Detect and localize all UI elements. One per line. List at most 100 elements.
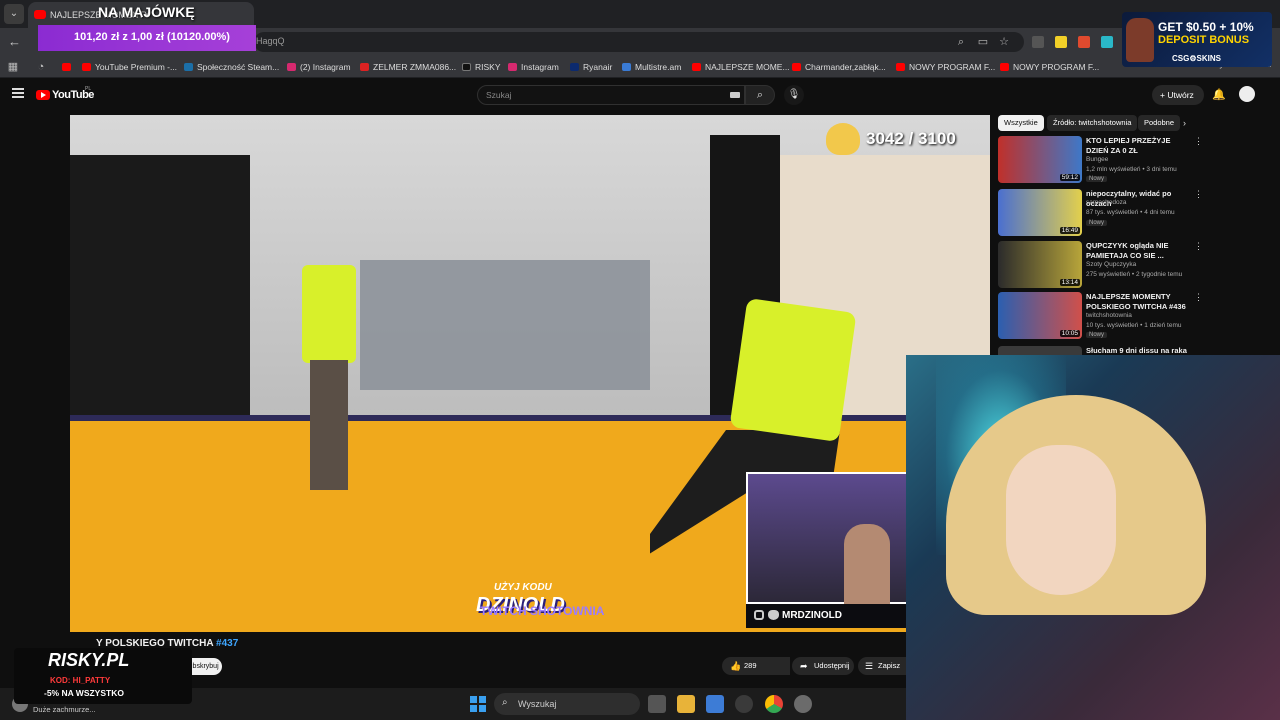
bookmarks-bar: ▦ ◔ YouTube Premium -... Społeczność Ste… — [0, 56, 1280, 78]
bookmark-item[interactable] — [62, 60, 75, 74]
bookmark-item[interactable]: Ryanair — [570, 60, 612, 74]
video-player[interactable]: 3042 / 3100 UŻYJ KODU DZINOLD TWITCH SHO… — [70, 115, 990, 632]
search-input[interactable]: Szukaj — [477, 85, 745, 105]
chevron-right-icon[interactable]: › — [1183, 118, 1186, 128]
ad-line-1: GET $0.50 + 10% — [1158, 20, 1254, 34]
bookmark-item[interactable]: NOWY PROGRAM F... — [896, 60, 995, 74]
keyboard-icon[interactable] — [730, 92, 740, 98]
bookmark-item[interactable]: Charmander,zabłąk... — [792, 60, 886, 74]
account-avatar[interactable] — [1239, 86, 1255, 102]
recommendation-thumbnail[interactable]: 13:14 — [998, 241, 1082, 288]
extension-icon[interactable] — [1078, 36, 1090, 48]
bookmark-item[interactable]: ZELMER ZMMA086... — [360, 60, 456, 74]
recommendation-item[interactable]: 13:14 QUPCZYYK ogląda NIE PAMIETAJA CO S… — [998, 241, 1204, 291]
extension-icon[interactable] — [1101, 36, 1113, 48]
csgoskins-ad[interactable]: GET $0.50 + 10% DEPOSIT BONUS CSG⚙SKINS — [1122, 12, 1272, 67]
bookmark-item[interactable]: Społeczność Steam... — [184, 60, 279, 74]
share-icon: ➦ — [800, 661, 808, 671]
recommendation-item[interactable]: 16:49 niepoczytalny, widać po oczach sam… — [998, 189, 1204, 239]
recommendation-item[interactable]: Słucham 9 dni dissu na raka — [998, 346, 1204, 355]
windows-start-icon[interactable] — [470, 696, 486, 712]
dislike-button[interactable] — [786, 657, 790, 675]
risky-icon — [462, 63, 471, 71]
recommendation-item[interactable]: 59:12 KTO LEPIEJ PRZEŻYJE DZIEŃ ZA 0 ZŁ … — [998, 136, 1204, 186]
chip-similar[interactable]: Podobne — [1138, 115, 1181, 131]
webcam-person — [844, 524, 890, 606]
microphone-icon[interactable]: 🎙 — [784, 85, 804, 105]
extension-icon[interactable] — [1032, 36, 1044, 48]
search-icon: ⌕ — [502, 697, 508, 708]
ad-brand: CSG⚙SKINS — [1172, 54, 1221, 63]
like-button[interactable]: 👍 289 — [722, 657, 786, 675]
recommendation-thumbnail[interactable]: 59:12 — [998, 136, 1082, 183]
video-scene-curtain — [70, 155, 250, 455]
weather-text[interactable]: Duże zachmurze... — [33, 705, 96, 714]
more-options-icon[interactable]: ⋮ — [1194, 241, 1203, 252]
promo-use-code: UŻYJ KODU — [494, 582, 552, 593]
recommendation-title[interactable]: NAJLEPSZE MOMENTY POLSKIEGO TWITCHA #436 — [1086, 292, 1192, 312]
zelmer-icon — [360, 63, 369, 71]
bookmark-item[interactable]: YouTube Premium -... — [82, 60, 177, 74]
recommendation-thumbnail[interactable] — [998, 346, 1082, 355]
cast-icon[interactable]: ▭ — [976, 35, 990, 49]
share-button[interactable]: ➦ Udostępnij — [792, 657, 854, 675]
create-button[interactable]: + Utwórz — [1152, 85, 1204, 105]
instagram-icon — [754, 610, 764, 620]
recommendation-channel[interactable]: Szoty Qupczyyka — [1086, 261, 1136, 268]
video-scene-shelf — [360, 260, 650, 390]
bookmark-item[interactable]: NAJLEPSZE MOME... — [692, 60, 790, 74]
tab-search-button[interactable]: ⌄ — [4, 4, 24, 24]
bookmark-item[interactable]: (2) Instagram — [287, 60, 351, 74]
horse-logo-icon — [826, 123, 860, 155]
apps-grid-icon[interactable]: ▦ — [6, 60, 20, 74]
menu-icon[interactable] — [12, 88, 24, 98]
filter-chips: Wszystkie Źródło: twitchshotownia Podobn… — [998, 115, 1198, 131]
save-playlist-icon: ☰ — [865, 661, 874, 671]
recommendation-title[interactable]: Słucham 9 dni dissu na raka — [1086, 346, 1192, 355]
episode-hashtag[interactable]: #437 — [216, 638, 238, 649]
chip-all[interactable]: Wszystkie — [998, 115, 1044, 131]
store-icon[interactable] — [706, 695, 724, 713]
duration-badge: 16:49 — [1059, 227, 1080, 234]
recommendation-title[interactable]: QUPCZYYK ogląda NIE PAMIETAJA CO SIE ... — [1086, 241, 1192, 261]
youtube-icon — [62, 63, 71, 71]
chip-source[interactable]: Źródło: twitchshotownia — [1047, 115, 1138, 131]
extension-icon[interactable] — [1055, 36, 1067, 48]
taskbar-search-input[interactable]: ⌕ Wyszukaj — [494, 693, 640, 715]
recommendation-item[interactable]: 10:05 NAJLEPSZE MOMENTY POLSKIEGO TWITCH… — [998, 292, 1204, 342]
settings-gear-icon[interactable] — [794, 695, 812, 713]
promo-banner: 101,20 zł z 1,00 zł (10120.00%) — [38, 25, 256, 51]
promo-banner-text: 101,20 zł z 1,00 zł (10120.00%) — [74, 31, 230, 43]
new-badge: Nowy — [1086, 176, 1108, 182]
address-text: HagqQ — [256, 36, 285, 46]
file-explorer-icon[interactable] — [677, 695, 695, 713]
more-options-icon[interactable]: ⋮ — [1194, 189, 1203, 200]
bookmark-item[interactable]: RISKY — [462, 60, 501, 74]
bookmark-favicon-icon[interactable]: ◔ — [34, 60, 48, 74]
search-icon[interactable]: ⌕ — [745, 85, 775, 105]
bookmark-item[interactable]: Instagram — [508, 60, 559, 74]
back-arrow-icon[interactable]: ← — [8, 34, 21, 49]
chrome-icon[interactable] — [765, 695, 783, 713]
save-button[interactable]: ☰ Zapisz — [858, 657, 906, 675]
recommendation-title[interactable]: KTO LEPIEJ PRZEŻYJE DZIEŃ ZA 0 ZŁ — [1086, 136, 1192, 156]
zoom-icon[interactable]: ⌕ — [954, 35, 968, 49]
bookmark-item[interactable]: NOWY PROGRAM F... — [1000, 60, 1099, 74]
bookmark-star-icon[interactable]: ☆ — [997, 35, 1011, 49]
recommendation-thumbnail[interactable]: 10:05 — [998, 292, 1082, 339]
recommendation-channel[interactable]: twitchshotownia — [1086, 312, 1132, 319]
bookmark-item[interactable]: Multistre.am — [622, 60, 681, 74]
recommendation-channel[interactable]: Bungee — [1086, 156, 1108, 163]
handle-text: MRDZINOLD — [782, 610, 842, 621]
task-view-icon[interactable] — [648, 695, 666, 713]
recommendation-channel[interactable]: samochodoza — [1086, 199, 1126, 206]
new-badge: Nowy — [1086, 332, 1108, 338]
notifications-bell-icon[interactable]: 🔔 — [1212, 88, 1226, 101]
sponsor-brand: RISKY.PL — [48, 650, 130, 670]
more-options-icon[interactable]: ⋮ — [1194, 136, 1203, 147]
address-bar[interactable]: HagqQ — [254, 32, 1024, 52]
more-options-icon[interactable]: ⋮ — [1194, 292, 1203, 303]
youtube-logo-icon[interactable] — [36, 90, 50, 100]
app-icon[interactable] — [735, 695, 753, 713]
recommendation-thumbnail[interactable]: 16:49 — [998, 189, 1082, 236]
